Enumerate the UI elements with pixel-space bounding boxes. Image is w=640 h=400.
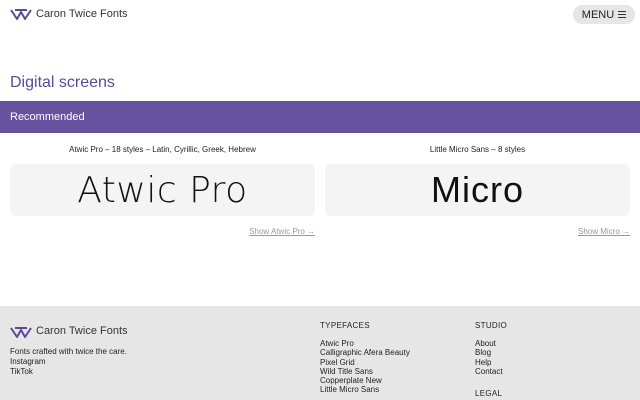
font-card-micro: Little Micro Sans – 8 styles Micro Show … [325,145,630,236]
font-sample-text: Micro [431,169,524,210]
legal-heading: LEGAL [475,389,503,398]
font-sample-box[interactable]: Micro [325,164,630,216]
footer-studio-column: STUDIO About Blog Help Contact [475,321,507,376]
font-sample-box[interactable]: Atwic Pro [10,164,315,216]
typefaces-heading: TYPEFACES [320,321,370,330]
font-card-atwic: Atwic Pro – 18 styles – Latin, Cyrillic,… [10,145,315,236]
font-card-caption: Little Micro Sans – 8 styles [429,145,526,154]
typeface-link[interactable]: Pixel Grid [320,358,410,367]
font-card-caption: Atwic Pro – 18 styles – Latin, Cyrillic,… [69,145,256,154]
tiktok-link[interactable]: TikTok [10,367,46,377]
recommended-banner: Recommended [0,101,640,133]
footer-brand-name[interactable]: Caron Twice Fonts [36,325,128,337]
studio-heading: STUDIO [475,321,508,330]
show-font-link[interactable]: Show Atwic Pro → [249,227,315,236]
menu-button[interactable]: MENU [573,5,635,24]
footer-tagline: Fonts crafted with twice the care. [10,347,127,356]
hamburger-icon [618,11,627,18]
about-link[interactable]: About [475,339,507,348]
font-sample-text: Atwic Pro [77,169,248,211]
blog-link[interactable]: Blog [475,348,507,357]
typeface-link[interactable]: Copperplate New [320,376,410,385]
contact-link[interactable]: Contact [475,367,507,376]
footer-social-links: Instagram TikTok [10,357,46,376]
typeface-link[interactable]: Little Micro Sans [320,385,410,394]
footer-legal-column: LEGAL [475,389,502,400]
typeface-link[interactable]: Calligraphic Afera Beauty [320,348,410,357]
typeface-link[interactable]: Atwic Pro [320,339,410,348]
footer-typefaces-column: TYPEFACES Atwic Pro Calligraphic Afera B… [320,321,410,395]
typeface-link[interactable]: Wild Title Sans [320,367,410,376]
instagram-link[interactable]: Instagram [10,357,46,367]
show-font-link[interactable]: Show Micro → [578,227,630,236]
menu-label: MENU [581,8,615,21]
brand-name[interactable]: Caron Twice Fonts [36,8,128,20]
help-link[interactable]: Help [475,358,507,367]
ct-logo-icon[interactable] [10,8,32,20]
site-header: Caron Twice Fonts MENU [0,0,640,30]
page-title: Digital screens [10,74,115,91]
ct-logo-icon[interactable] [10,326,32,338]
